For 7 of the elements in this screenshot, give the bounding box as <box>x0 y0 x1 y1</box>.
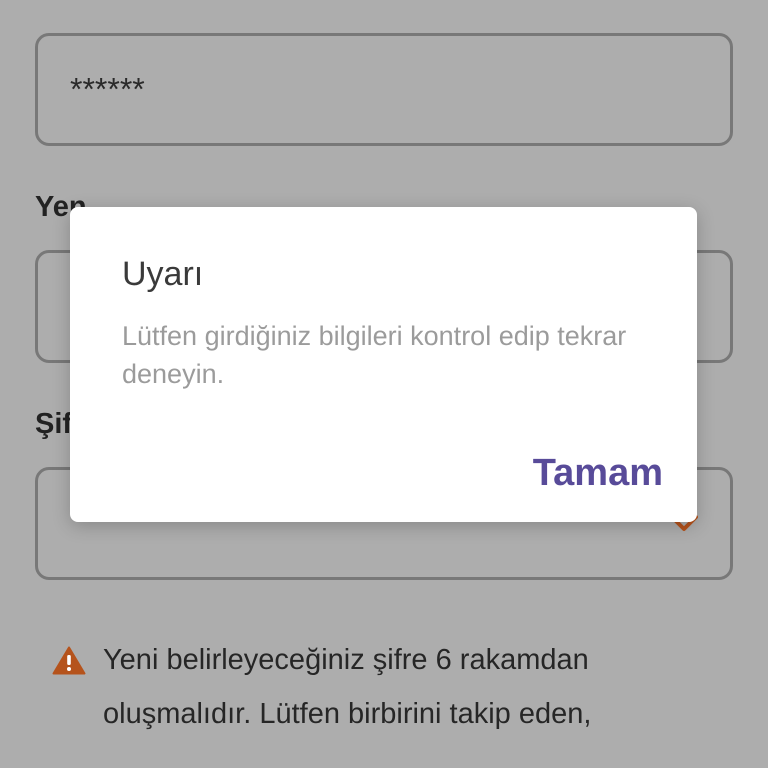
dialog-message: Lütfen girdiğiniz bilgileri kontrol edip tekrar deneyin. <box>122 320 628 391</box>
confirm-button[interactable]: Tamam <box>524 445 671 501</box>
dialog-title: Uyarı <box>122 254 204 294</box>
notice-text: Yeni belirleyeceğiniz şifre 6 rakamdan oluşmalıdır. Lütfen birbirini takip eden, <box>103 643 592 732</box>
field-label: Şif <box>35 407 72 442</box>
warning-icon <box>52 646 86 675</box>
password-field[interactable]: ****** <box>35 33 733 146</box>
